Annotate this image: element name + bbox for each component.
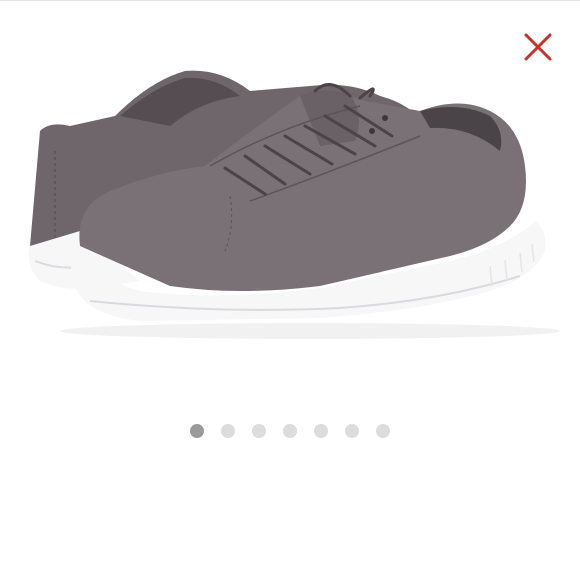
pagination-dot-5[interactable] [314,424,328,438]
image-viewer [0,0,580,580]
pagination-dot-2[interactable] [221,424,235,438]
pagination-dot-3[interactable] [252,424,266,438]
pagination-dot-6[interactable] [345,424,359,438]
pagination-dot-7[interactable] [376,424,390,438]
pagination-dot-1[interactable] [190,424,204,438]
carousel-pagination [0,424,580,440]
sneaker-product-image[interactable] [20,56,560,356]
pagination-dot-4[interactable] [283,424,297,438]
